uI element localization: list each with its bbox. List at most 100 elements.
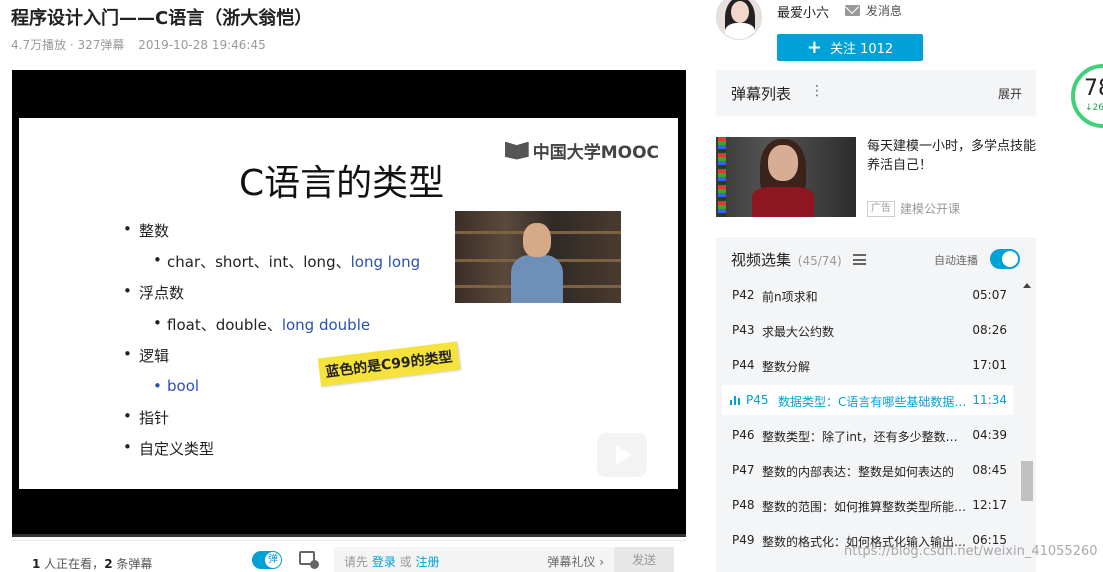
register-link[interactable]: 注册	[415, 555, 439, 569]
float-types: float、double、	[167, 316, 282, 334]
episode-code: P47	[732, 463, 755, 477]
bullet-float-types: float、double、long double	[153, 314, 371, 335]
episode-item[interactable]: P42 前n项求和 05:07	[722, 280, 1013, 310]
episode-item[interactable]: P44 整数分解 17:01	[722, 350, 1013, 380]
video-title: 程序设计入门——C语言（浙大翁恺）	[11, 8, 313, 29]
episode-code: P46	[732, 428, 755, 442]
follow-button[interactable]: + 关注 1012	[777, 34, 923, 61]
avatar[interactable]	[716, 0, 762, 40]
danmaku-text: 条弹幕	[112, 557, 153, 571]
bullet-logic: 逻辑	[123, 345, 169, 366]
danmaku-etiquette-link[interactable]: 弹幕礼仪 ›	[547, 553, 604, 570]
danmaku-list-expand[interactable]: 展开	[998, 85, 1022, 102]
book-icon	[504, 141, 529, 160]
playlist-scrollbar[interactable]	[1021, 279, 1033, 572]
danmaku-toggle[interactable]: 弹	[252, 551, 282, 569]
autoplay-label: 自动连播	[934, 254, 978, 267]
episode-code: P42	[732, 288, 755, 302]
ad-text[interactable]: 每天建模一小时，多学点技能养活自己！	[867, 137, 1037, 175]
episode-name: 前n项求和	[762, 290, 818, 304]
viewer-text: 人正在看，	[40, 557, 105, 571]
episode-code: P45	[746, 393, 769, 407]
c99-note-sticker: 蓝色的是C99的类型	[317, 341, 460, 387]
episode-duration: 08:45	[972, 463, 1007, 477]
login-link[interactable]: 登录	[372, 555, 396, 569]
float-types-c99: long double	[281, 316, 371, 334]
lecturer-figure	[511, 223, 563, 303]
episode-name: 整数的范围：如何推算整数类型所能表达的范围	[762, 500, 968, 514]
episode-code: P44	[732, 358, 755, 372]
mooc-logo: 中国大学MOOC	[504, 138, 659, 163]
mooc-logo-text: 中国大学MOOC	[532, 143, 659, 163]
episode-code: P49	[732, 533, 755, 547]
bullet-pointer: 指针	[123, 407, 169, 428]
progress-bar[interactable]	[12, 534, 686, 537]
speed-ring-sub: ↓26	[1085, 103, 1103, 113]
scroll-up-icon[interactable]	[1023, 283, 1031, 288]
play-count: 4.7万播放 · 327弹幕	[11, 38, 125, 52]
episode-name: 整数分解	[762, 360, 811, 374]
speed-ring-value: 78	[1084, 76, 1103, 101]
scrollbar-thumb[interactable]	[1021, 461, 1033, 501]
video-player[interactable]: 中国大学MOOC C语言的类型 整数 char、short、int、long、l…	[12, 70, 686, 537]
send-message-label: 发消息	[866, 4, 903, 18]
viewer-info: 1 人正在看，2 条弹幕	[32, 555, 152, 572]
playlist-count: (45/74)	[797, 254, 842, 268]
ad-tag: 广告	[867, 201, 895, 217]
episode-code: P43	[732, 323, 755, 337]
send-message-link[interactable]: 发消息	[845, 2, 902, 19]
episode-duration: 04:39	[972, 428, 1007, 442]
send-button[interactable]: 发送	[614, 547, 674, 572]
lecturer-video	[455, 211, 621, 303]
more-icon[interactable]: ⋮	[810, 83, 824, 99]
danmaku-input[interactable]: 请先 登录 或 注册 弹幕礼仪 ›	[334, 547, 614, 572]
watermark: https://blog.csdn.net/weixin_41055260	[844, 544, 1098, 559]
danmaku-list-title: 弹幕列表	[731, 85, 792, 103]
ad-image[interactable]	[716, 137, 856, 217]
episode-item[interactable]: P45 数据类型：C语言有哪些基础数据类型 11:34	[722, 385, 1013, 415]
episode-code: P48	[732, 498, 755, 512]
episode-duration: 11:34	[972, 393, 1007, 407]
uploader-name[interactable]: 最爱小六	[777, 2, 829, 21]
episode-duration: 08:26	[972, 323, 1007, 337]
episode-duration: 05:07	[972, 288, 1007, 302]
video-meta: 4.7万播放 · 327弹幕 2019-10-28 19:46:45	[11, 36, 266, 53]
playlist-title: 视频选集	[731, 251, 792, 269]
episode-duration: 17:01	[972, 358, 1007, 372]
danmaku-count: 2	[104, 557, 113, 571]
mail-icon	[845, 5, 860, 16]
danmaku-settings-icon[interactable]	[299, 551, 319, 569]
episode-item[interactable]: P43 求最大公约数 08:26	[722, 315, 1013, 345]
input-prefix: 请先	[344, 555, 372, 569]
playlist-header: 视频选集 (45/74)	[731, 249, 842, 270]
episode-item[interactable]: P46 整数类型：除了int，还有多少整数类型 04:39	[722, 420, 1013, 450]
playing-icon	[730, 395, 741, 405]
episode-item[interactable]: P48 整数的范围：如何推算整数类型所能表达的范围 12:17	[722, 490, 1013, 520]
ad-source[interactable]: 建模公开课	[900, 200, 960, 217]
list-view-icon[interactable]	[853, 254, 866, 265]
upload-date: 2019-10-28 19:46:45	[138, 38, 266, 52]
lecture-slide: 中国大学MOOC C语言的类型 整数 char、short、int、long、l…	[19, 118, 678, 489]
danmaku-toggle-label: 弹	[265, 552, 281, 568]
bullet-custom: 自定义类型	[123, 438, 214, 459]
bullet-int: 整数	[123, 220, 169, 241]
episode-item[interactable]: P47 整数的内部表达：整数是如何表达的 08:45	[722, 455, 1013, 485]
bullet-float: 浮点数	[123, 282, 184, 303]
episode-name: 数据类型：C语言有哪些基础数据类型	[778, 395, 968, 409]
speed-ring[interactable]: 78 ↓26	[1071, 64, 1103, 128]
int-types-c99: long long	[350, 253, 421, 271]
plus-icon: +	[806, 36, 822, 58]
autoplay-toggle[interactable]	[990, 249, 1020, 269]
episode-duration: 12:17	[972, 498, 1007, 512]
playlist-panel: 视频选集 (45/74) 自动连播 P42 前n项求和 05:07 P43 求最大公约数…	[716, 237, 1036, 572]
bullet-logic-types: bool	[153, 377, 199, 395]
follow-label: 关注 1012	[829, 42, 894, 57]
play-button-icon[interactable]	[594, 430, 650, 480]
input-or: 或	[395, 555, 416, 569]
danmaku-list-header[interactable]: 弹幕列表 ⋮ 展开	[716, 70, 1036, 116]
int-types: char、short、int、long、	[167, 253, 351, 271]
bullet-int-types: char、short、int、long、long long	[153, 251, 421, 272]
slide-title: C语言的类型	[239, 163, 445, 204]
danmaku-bar: 1 人正在看，2 条弹幕 弹 请先 登录 或 注册 弹幕礼仪 › 发送	[12, 540, 686, 572]
episode-name: 求最大公约数	[762, 325, 835, 339]
